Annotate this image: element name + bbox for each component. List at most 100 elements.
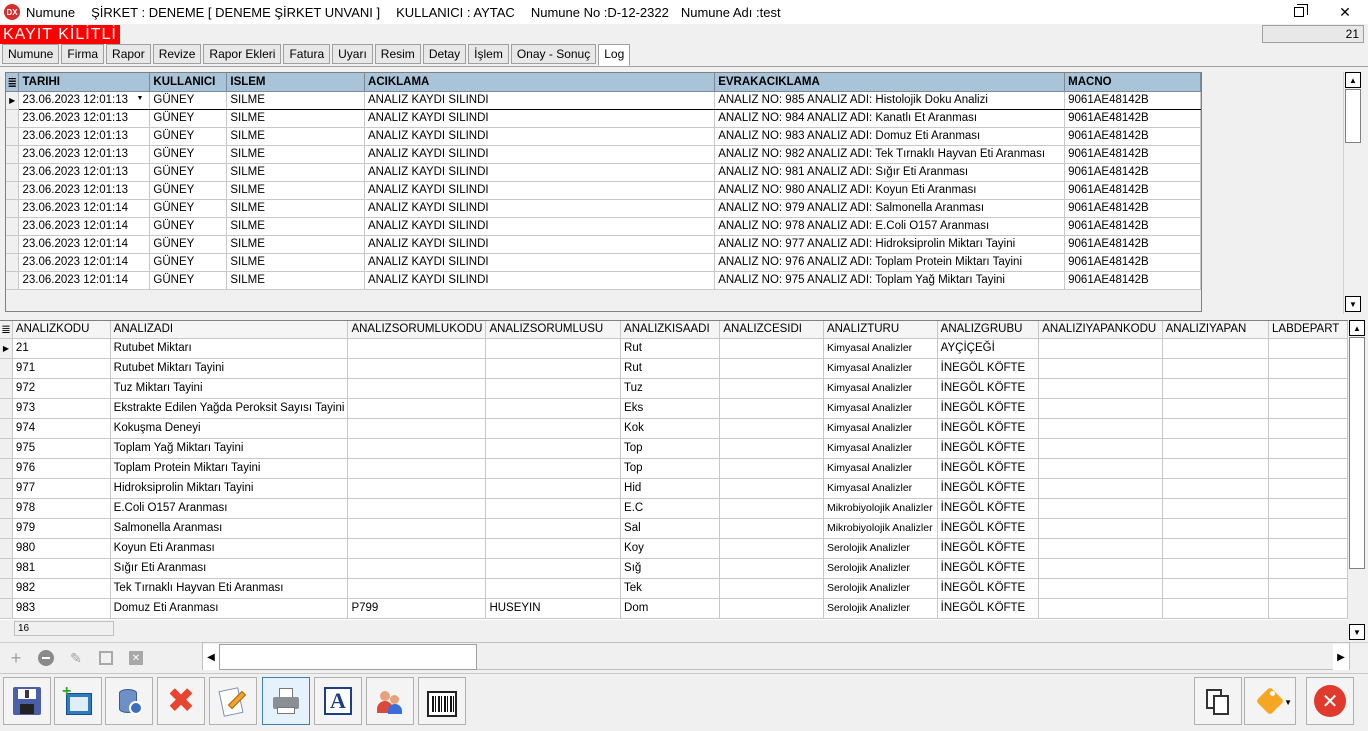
row-indicator[interactable]: [6, 271, 20, 290]
table-cell[interactable]: [1038, 478, 1163, 499]
table-cell[interactable]: Sığır Eti Aranması: [110, 558, 349, 579]
cancel-record-button[interactable]: ✕: [126, 648, 146, 668]
table-cell[interactable]: Rut: [620, 358, 721, 379]
table-cell[interactable]: İNEGÖL KÖFTE: [937, 378, 1040, 399]
table-cell[interactable]: İNEGÖL KÖFTE: [937, 578, 1040, 599]
table-cell[interactable]: [1268, 578, 1348, 599]
table-cell[interactable]: [1268, 338, 1348, 359]
table-cell[interactable]: Rutubet Miktarı Tayini: [110, 358, 349, 379]
table-cell[interactable]: P799: [347, 598, 487, 619]
table-cell[interactable]: [1162, 458, 1270, 479]
table-cell[interactable]: Kokuşma Deneyi: [110, 418, 349, 439]
table-row[interactable]: 23.06.2023 12:01:14 GÜNEY SILME ANALIZ KAYD…: [6, 253, 1201, 272]
table-cell[interactable]: 980: [12, 538, 111, 559]
table-cell[interactable]: Kimyasal Analizler: [823, 438, 938, 459]
row-indicator[interactable]: [6, 253, 20, 272]
table-cell[interactable]: Mikrobiyolojik Analizler: [823, 498, 938, 519]
table-cell[interactable]: Mikrobiyolojik Analizler: [823, 518, 938, 539]
row-indicator[interactable]: [0, 598, 13, 619]
table-cell[interactable]: [1038, 438, 1163, 459]
table-cell[interactable]: ANALIZ KAYDI SILINDI: [364, 235, 716, 254]
row-indicator[interactable]: [6, 127, 20, 146]
table-cell[interactable]: [1268, 498, 1348, 519]
table-cell[interactable]: Kimyasal Analizler: [823, 378, 938, 399]
table-cell[interactable]: Toplam Protein Miktarı Tayini: [110, 458, 349, 479]
table-cell[interactable]: İNEGÖL KÖFTE: [937, 518, 1040, 539]
table-cell[interactable]: [719, 498, 824, 519]
table-cell[interactable]: İNEGÖL KÖFTE: [937, 398, 1040, 419]
delete-button[interactable]: ✖: [157, 677, 205, 725]
tab-revize[interactable]: Revize: [152, 44, 202, 64]
table-cell[interactable]: 978: [12, 498, 111, 519]
column-header[interactable]: ACIKLAMA: [364, 73, 716, 92]
table-cell[interactable]: [347, 378, 487, 399]
save-button[interactable]: [3, 677, 51, 725]
table-cell[interactable]: ANALIZ NO: 979 ANALIZ ADI: Salmonella Ar…: [714, 199, 1066, 218]
table-cell[interactable]: 23.06.2023 12:01:13: [18, 163, 151, 182]
scroll-up-arrow[interactable]: ▲: [1345, 72, 1361, 88]
table-cell[interactable]: ANALIZ NO: 983 ANALIZ ADI: Domuz Eti Ara…: [714, 127, 1066, 146]
table-cell[interactable]: [1162, 498, 1270, 519]
table-cell[interactable]: [485, 338, 622, 359]
print-button[interactable]: [262, 677, 310, 725]
scroll-down-arrow[interactable]: ▼: [1345, 296, 1361, 312]
table-cell[interactable]: Tuz Miktarı Tayini: [110, 378, 349, 399]
table-cell[interactable]: [1162, 438, 1270, 459]
row-indicator[interactable]: [6, 145, 20, 164]
table-cell[interactable]: ANALIZ NO: 981 ANALIZ ADI: Sığır Eti Ara…: [714, 163, 1066, 182]
table-cell[interactable]: Top: [620, 458, 721, 479]
tab-rapor-ekleri[interactable]: Rapor Ekleri: [203, 44, 282, 64]
table-row[interactable]: ▶ 21 Rutubet Miktarı Rut Kimyasal Analizler A…: [0, 338, 1348, 359]
table-cell[interactable]: ANALIZ KAYDI SILINDI: [364, 181, 716, 200]
table-cell[interactable]: [719, 478, 824, 499]
barcode-button[interactable]: [418, 677, 466, 725]
table-cell[interactable]: [1162, 598, 1270, 619]
table-cell[interactable]: [1038, 418, 1163, 439]
table-cell[interactable]: ANALIZ KAYDI SILINDI: [364, 271, 716, 290]
table-row[interactable]: 979 Salmonella Aranması Sal Mikrobiyolojik …: [0, 518, 1348, 539]
table-cell[interactable]: [1268, 378, 1348, 399]
column-header[interactable]: KULLANICI: [149, 73, 228, 92]
table-cell[interactable]: [485, 358, 622, 379]
table-row[interactable]: 975 Toplam Yağ Miktarı Tayini Top Kimyasal …: [0, 438, 1348, 459]
row-indicator[interactable]: [0, 478, 13, 499]
column-header[interactable]: TARIHI: [18, 73, 151, 92]
table-cell[interactable]: ANALIZ NO: 976 ANALIZ ADI: Toplam Protei…: [714, 253, 1066, 272]
table-cell[interactable]: Sığ: [620, 558, 721, 579]
column-header[interactable]: ANALIZIYAPAN: [1162, 321, 1270, 339]
table-cell[interactable]: Kimyasal Analizler: [823, 418, 938, 439]
users-button[interactable]: [366, 677, 414, 725]
table-cell[interactable]: [347, 538, 487, 559]
tab-log[interactable]: Log: [598, 44, 631, 66]
table-cell[interactable]: Rutubet Miktarı: [110, 338, 349, 359]
table-cell[interactable]: SILME: [226, 127, 366, 146]
table-cell[interactable]: 981: [12, 558, 111, 579]
table-cell[interactable]: [347, 578, 487, 599]
row-indicator[interactable]: [6, 163, 20, 182]
table-cell[interactable]: 9061AE48142B: [1064, 109, 1201, 128]
table-cell[interactable]: [1162, 518, 1270, 539]
table-cell[interactable]: [1162, 378, 1270, 399]
table-cell[interactable]: [1268, 358, 1348, 379]
table-cell[interactable]: [719, 578, 824, 599]
table-cell[interactable]: [485, 558, 622, 579]
tab-i-şlem[interactable]: İşlem: [468, 44, 509, 64]
table-cell[interactable]: GÜNEY: [149, 217, 228, 236]
table-cell[interactable]: [1162, 578, 1270, 599]
table-cell[interactable]: E.C: [620, 498, 721, 519]
table-cell[interactable]: [485, 398, 622, 419]
table-cell[interactable]: [1268, 418, 1348, 439]
cell-dropdown-icon[interactable]: ▼: [136, 95, 143, 102]
table-cell[interactable]: Kimyasal Analizler: [823, 338, 938, 359]
table-cell[interactable]: [1268, 398, 1348, 419]
table-cell[interactable]: Tek Tırnaklı Hayvan Eti Aranması: [110, 578, 349, 599]
table-cell[interactable]: GÜNEY: [149, 127, 228, 146]
analysis-grid[interactable]: ≣ ANALIZKODU ANALIZADI ANALIZSORUMLUKODU ANA…: [0, 320, 1348, 620]
table-cell[interactable]: [347, 458, 487, 479]
tab-numune[interactable]: Numune: [2, 44, 60, 64]
table-cell[interactable]: SILME: [226, 235, 366, 254]
table-cell[interactable]: ANALIZ NO: 985 ANALIZ ADI: Histolojik Do…: [714, 90, 1066, 110]
table-cell[interactable]: İNEGÖL KÖFTE: [937, 418, 1040, 439]
table-cell[interactable]: GÜNEY: [149, 199, 228, 218]
table-row[interactable]: ▶ 23.06.2023 12:01:13 ▼ GÜNEY SILME ANALIZ KA…: [6, 90, 1201, 110]
